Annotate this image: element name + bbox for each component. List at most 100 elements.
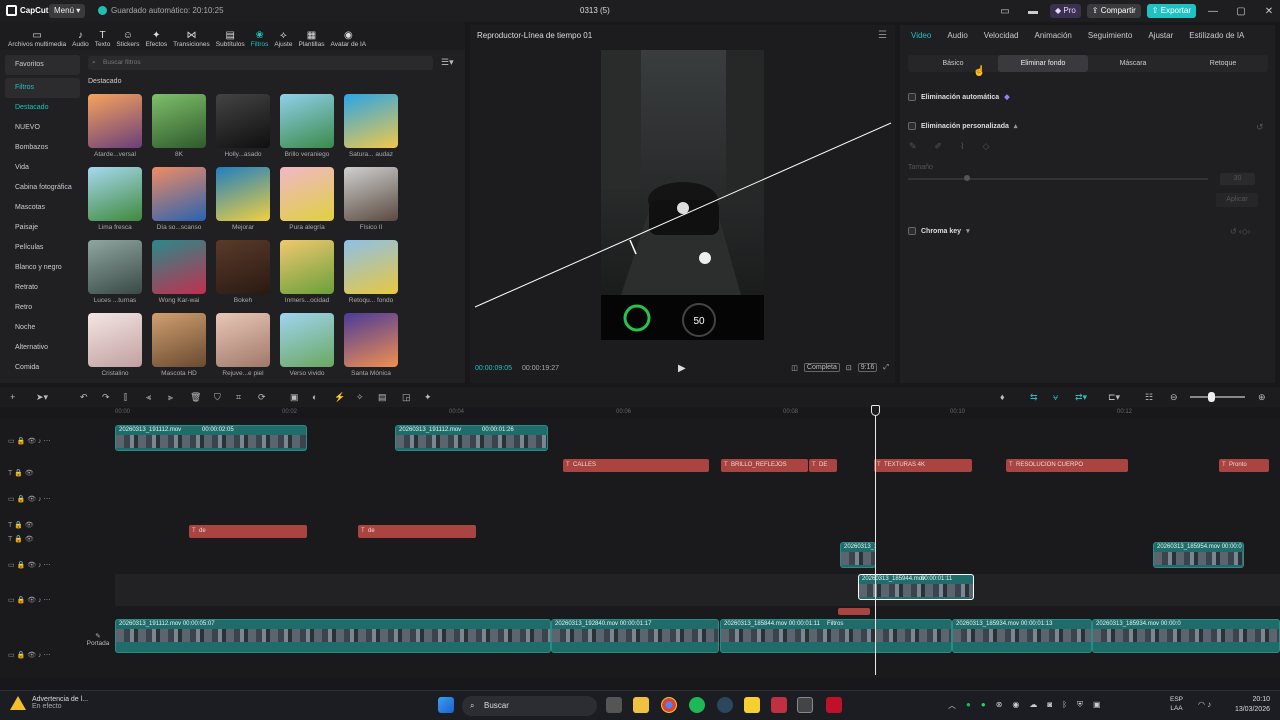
split-left-icon[interactable]: ⫷: [146, 392, 151, 403]
media-tab-10[interactable]: ◉ Avatar de IA: [327, 22, 369, 50]
filter-thumbnail[interactable]: [152, 313, 206, 367]
delete-icon[interactable]: 🗑: [190, 392, 201, 403]
link-icon[interactable]: ⇆: [1030, 392, 1038, 403]
video-clip[interactable]: 20260313_1: [840, 542, 876, 568]
media-tab-9[interactable]: ▦ Plantillas: [295, 22, 327, 50]
video-clip[interactable]: 20260313_192840.mov 00:00:01:17: [551, 619, 719, 653]
play-button[interactable]: ▶: [678, 363, 686, 374]
inspector-subtab[interactable]: Máscara: [1088, 55, 1178, 72]
reset-icon[interactable]: ↺: [1256, 122, 1264, 133]
chevron-up-icon[interactable]: ︿: [948, 700, 956, 711]
track-view-icon[interactable]: ☷: [1145, 392, 1153, 403]
text-clip[interactable]: CALLES: [563, 459, 709, 472]
media-tab-6[interactable]: ▤ Subtítulos: [213, 22, 248, 50]
steam-tray-icon[interactable]: ◉: [1012, 700, 1019, 711]
task-view-icon[interactable]: [606, 697, 622, 713]
filter-thumbnail[interactable]: [152, 167, 206, 221]
track-controls[interactable]: ▭ 🔒 👁 ♪ ⋯: [8, 561, 51, 569]
onedrive-icon[interactable]: ☁: [1029, 700, 1037, 711]
ratio-select[interactable]: 9:16: [857, 363, 878, 372]
video-clip[interactable]: 20260313_191112.mov 00:00:05:07: [115, 619, 551, 653]
cover-button[interactable]: ✎ Portada: [84, 632, 112, 647]
video-clip[interactable]: 20260313_185934.mov 00:00:0: [1092, 619, 1280, 653]
mic-icon[interactable]: ♦: [1000, 392, 1005, 402]
filter-tile[interactable]: Luces ...turnas: [88, 240, 142, 312]
chroma-key-option[interactable]: Chroma key ▾: [908, 227, 970, 235]
keyframe-icon[interactable]: ↺ ‹◇›: [1230, 227, 1250, 236]
inspector-subtab[interactable]: Retoque: [1178, 55, 1268, 72]
shield-icon[interactable]: ⛨: [1077, 700, 1083, 711]
category-item[interactable]: Noche: [5, 318, 80, 338]
category-item[interactable]: Alternativo: [5, 338, 80, 358]
category-item[interactable]: Vida: [5, 158, 80, 178]
filter-thumbnail[interactable]: [88, 167, 142, 221]
category-item[interactable]: Favoritos: [5, 55, 80, 75]
text-clip[interactable]: TEXTURAS 4K: [874, 459, 972, 472]
chroma-key-checkbox[interactable]: [908, 227, 916, 235]
filter-tile[interactable]: Día so...scanso: [152, 167, 206, 239]
maximize-icon[interactable]: ▢: [1230, 6, 1252, 17]
track-controls[interactable]: ▭ 🔒 👁 ♪ ⋯: [8, 437, 51, 445]
add-track-icon[interactable]: +: [10, 392, 15, 402]
steam-icon[interactable]: [717, 697, 733, 713]
filter-tile[interactable]: Físico II: [344, 167, 398, 239]
xbox-icon[interactable]: ⊗: [996, 700, 1003, 711]
inspector-tab[interactable]: Seguimiento: [1080, 31, 1140, 40]
effects-icon[interactable]: ✦: [424, 392, 432, 403]
minimize-icon[interactable]: —: [1202, 6, 1224, 17]
filter-tile[interactable]: Mascota HD: [152, 313, 206, 385]
app-tray-icon[interactable]: ▣: [1093, 700, 1101, 711]
preview-axis-icon[interactable]: ⊏▾: [1108, 392, 1120, 403]
media-tab-4[interactable]: ✦ Efectos: [142, 22, 170, 50]
zoom-slider[interactable]: [1190, 396, 1245, 398]
auto-removal-checkbox[interactable]: [908, 93, 916, 101]
filter-tile[interactable]: Rejuve...e piel: [216, 313, 270, 385]
snapshot-icon[interactable]: ◫: [791, 364, 798, 372]
category-item[interactable]: Blanco y negro: [5, 258, 80, 278]
acrobat-icon[interactable]: [826, 697, 842, 713]
bluetooth-icon[interactable]: ᛒ: [1062, 700, 1067, 711]
category-item[interactable]: Películas: [5, 238, 80, 258]
category-item[interactable]: Destacado: [5, 98, 80, 118]
fullscreen-icon[interactable]: ⤢: [883, 364, 889, 372]
filter-tile[interactable]: Inmers...ocidad: [280, 240, 334, 312]
text-clip[interactable]: DE: [809, 459, 837, 472]
media-tab-3[interactable]: ☺ Stickers: [113, 22, 142, 50]
custom-removal-checkbox[interactable]: [908, 122, 916, 130]
video-clip[interactable]: 20260313_185954.mov 00:00:0: [1153, 542, 1244, 568]
filter-tile[interactable]: Satura... audaz: [344, 94, 398, 166]
inspector-tab[interactable]: Velocidad: [976, 31, 1027, 40]
category-item[interactable]: Mascotas: [5, 198, 80, 218]
freeze-icon[interactable]: ▣: [290, 392, 299, 403]
overlay-icon[interactable]: ◲: [402, 392, 411, 403]
category-item[interactable]: Cabina fotográfica: [5, 178, 80, 198]
zoom-fit-icon[interactable]: ⊕: [1258, 392, 1266, 403]
zoom-slider-handle[interactable]: [1208, 392, 1215, 402]
smart-eraser-icon[interactable]: ✐: [935, 141, 943, 152]
size-value[interactable]: 30: [1220, 173, 1255, 185]
filter-tile[interactable]: Holly...asado: [216, 94, 270, 166]
mirror-icon[interactable]: ⟳: [258, 392, 266, 403]
marker-icon[interactable]: ⛉: [214, 392, 221, 403]
wifi-icon[interactable]: ◠ ♪: [1198, 700, 1211, 709]
filter-tile[interactable]: Pura alegría: [280, 167, 334, 239]
filter-thumbnail[interactable]: [344, 167, 398, 221]
filter-thumbnail[interactable]: [280, 94, 334, 148]
text-clip[interactable]: BRILLO_REFLEJOS: [721, 459, 808, 472]
system-clock[interactable]: 20:10 13/03/2026: [1225, 695, 1270, 715]
inspector-subtab[interactable]: Eliminar fondo: [998, 55, 1088, 72]
filter-thumbnail[interactable]: [216, 167, 270, 221]
text-clip[interactable]: Pronto: [1219, 459, 1269, 472]
inspector-tab[interactable]: Estilizado de IA: [1181, 31, 1252, 40]
warning-notification[interactable]: Advertencia de l... En efecto: [10, 696, 88, 710]
brush-icon[interactable]: ⌇: [960, 141, 964, 152]
discord-icon[interactable]: ◙: [1047, 700, 1052, 711]
filter-thumbnail[interactable]: [216, 94, 270, 148]
playhead-handle[interactable]: [871, 405, 880, 416]
category-item[interactable]: Comida: [5, 358, 80, 378]
zoom-out-icon[interactable]: ⊖: [1170, 392, 1178, 403]
text-clip[interactable]: de: [358, 525, 476, 538]
track-controls[interactable]: ▭ 🔒 👁 ♪ ⋯: [8, 495, 51, 503]
filter-tile[interactable]: Cristalino: [88, 313, 142, 385]
filter-thumbnail[interactable]: [152, 240, 206, 294]
